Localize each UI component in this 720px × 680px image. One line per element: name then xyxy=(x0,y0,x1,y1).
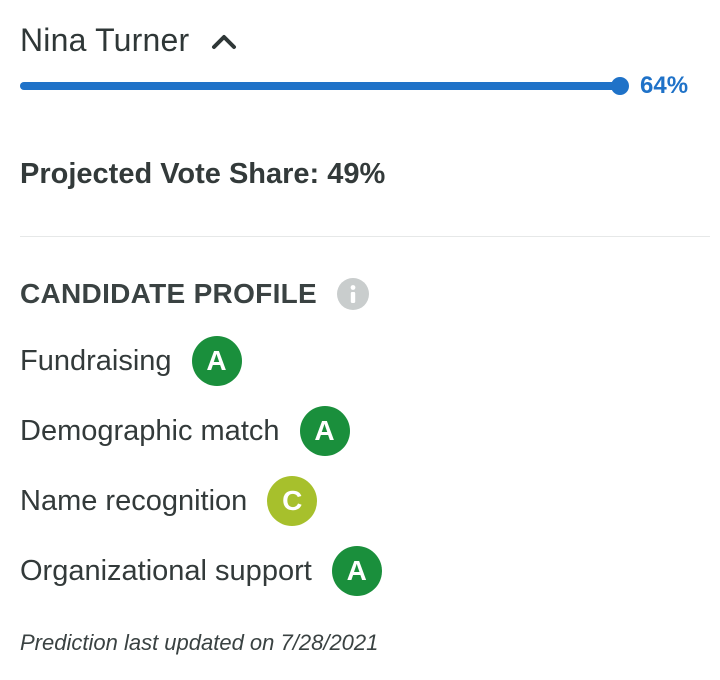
profile-item-label: Organizational support xyxy=(20,554,312,587)
prediction-updated-note: Prediction last updated on 7/28/2021 xyxy=(20,630,379,655)
candidate-header-toggle[interactable]: Nina Turner xyxy=(20,22,237,59)
grade-badge: A xyxy=(331,546,382,596)
progress-knob xyxy=(611,77,629,95)
profile-item: Organizational support A xyxy=(20,546,382,596)
candidate-profile-heading: CANDIDATE PROFILE xyxy=(20,278,370,310)
profile-item: Name recognition C xyxy=(20,476,382,526)
profile-item: Fundraising A xyxy=(20,336,382,386)
profile-item-label: Fundraising xyxy=(20,344,172,377)
section-divider xyxy=(20,236,710,237)
candidate-card: Nina Turner 64% Projected Vote Share: 49… xyxy=(0,0,720,680)
candidate-name: Nina Turner xyxy=(20,22,190,58)
grade-badge: C xyxy=(267,476,318,526)
grade-badge: A xyxy=(191,336,242,386)
profile-item-label: Name recognition xyxy=(20,484,248,517)
progress-fill xyxy=(20,82,620,90)
progress-percent-label: 64% xyxy=(640,72,689,99)
candidate-profile-list: Fundraising A Demographic match A Name recog… xyxy=(20,336,382,616)
profile-item: Demographic match A xyxy=(20,406,382,456)
projected-vote-share: Projected Vote Share: 49% xyxy=(20,158,386,190)
chevron-up-icon[interactable] xyxy=(211,31,237,51)
info-icon[interactable] xyxy=(337,278,370,310)
progress-track xyxy=(20,77,629,95)
grade-badge: A xyxy=(299,406,350,456)
progress-bar: 64% xyxy=(20,72,700,100)
candidate-profile-title: CANDIDATE PROFILE xyxy=(20,278,318,309)
profile-item-label: Demographic match xyxy=(20,414,280,447)
